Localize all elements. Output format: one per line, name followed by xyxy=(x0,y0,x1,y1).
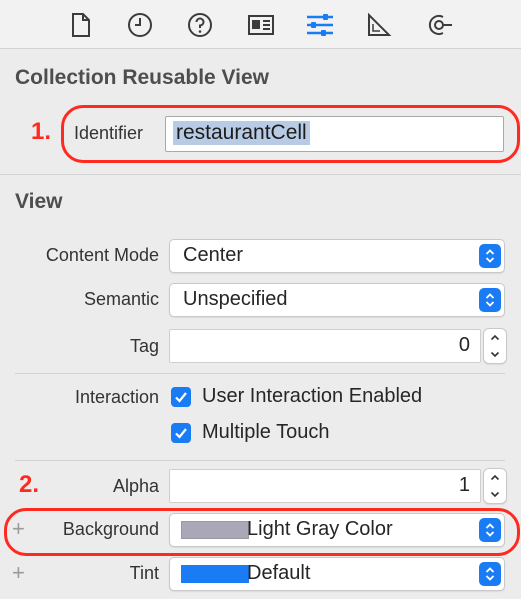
tag-input[interactable]: 0 xyxy=(169,329,481,363)
chevron-up-icon[interactable] xyxy=(484,469,506,486)
tag-label: Tag xyxy=(129,336,159,356)
section-title-view: View xyxy=(15,190,63,213)
interaction-label: Interaction xyxy=(74,387,159,407)
semantic-popup[interactable]: Unspecified xyxy=(169,283,505,317)
alpha-value: 1 xyxy=(458,474,470,496)
chevron-updown-icon xyxy=(479,288,501,312)
section-divider xyxy=(15,460,505,461)
semantic-label: Semantic xyxy=(83,289,159,309)
tag-value: 0 xyxy=(458,334,470,356)
user-interaction-checkbox[interactable] xyxy=(171,387,191,407)
chevron-up-icon[interactable] xyxy=(484,329,506,346)
alpha-stepper[interactable] xyxy=(483,468,507,504)
section-divider xyxy=(15,373,505,374)
identity-icon[interactable] xyxy=(246,10,276,40)
checkmark-icon xyxy=(175,392,187,403)
alpha-input[interactable]: 1 xyxy=(169,469,481,503)
user-interaction-label: User Interaction Enabled xyxy=(202,385,423,407)
content-mode-popup[interactable]: Center xyxy=(169,239,505,273)
connections-icon[interactable] xyxy=(424,10,454,40)
inspector-toolbar xyxy=(0,0,521,48)
help-icon[interactable] xyxy=(185,10,215,40)
annotation-highlight-background xyxy=(4,508,520,556)
annotation-highlight-identifier xyxy=(61,105,520,163)
tag-stepper[interactable] xyxy=(483,328,507,364)
tint-popup[interactable]: Default xyxy=(169,557,505,591)
attributes-icon[interactable] xyxy=(305,10,335,40)
multiple-touch-checkbox[interactable] xyxy=(171,423,191,443)
section-title-collection-reusable-view: Collection Reusable View xyxy=(15,66,270,89)
file-icon[interactable] xyxy=(66,10,96,40)
chevron-down-icon[interactable] xyxy=(484,346,506,363)
checkmark-icon xyxy=(175,428,187,439)
size-icon[interactable] xyxy=(364,10,394,40)
tint-color-swatch xyxy=(181,565,249,583)
section-divider xyxy=(0,174,521,175)
history-icon[interactable] xyxy=(125,10,155,40)
chevron-updown-icon xyxy=(479,244,501,268)
content-mode-label: Content Mode xyxy=(45,245,159,265)
content-mode-value: Center xyxy=(183,244,244,266)
annotation-one: 1. xyxy=(31,118,52,145)
alpha-label: Alpha xyxy=(112,476,159,496)
chevron-updown-icon xyxy=(479,562,501,586)
chevron-down-icon[interactable] xyxy=(484,486,506,503)
semantic-value: Unspecified xyxy=(183,288,288,310)
tint-label: Tint xyxy=(129,563,159,583)
toolbar-divider xyxy=(0,48,521,49)
multiple-touch-label: Multiple Touch xyxy=(202,421,330,443)
tint-value: Default xyxy=(247,562,311,584)
